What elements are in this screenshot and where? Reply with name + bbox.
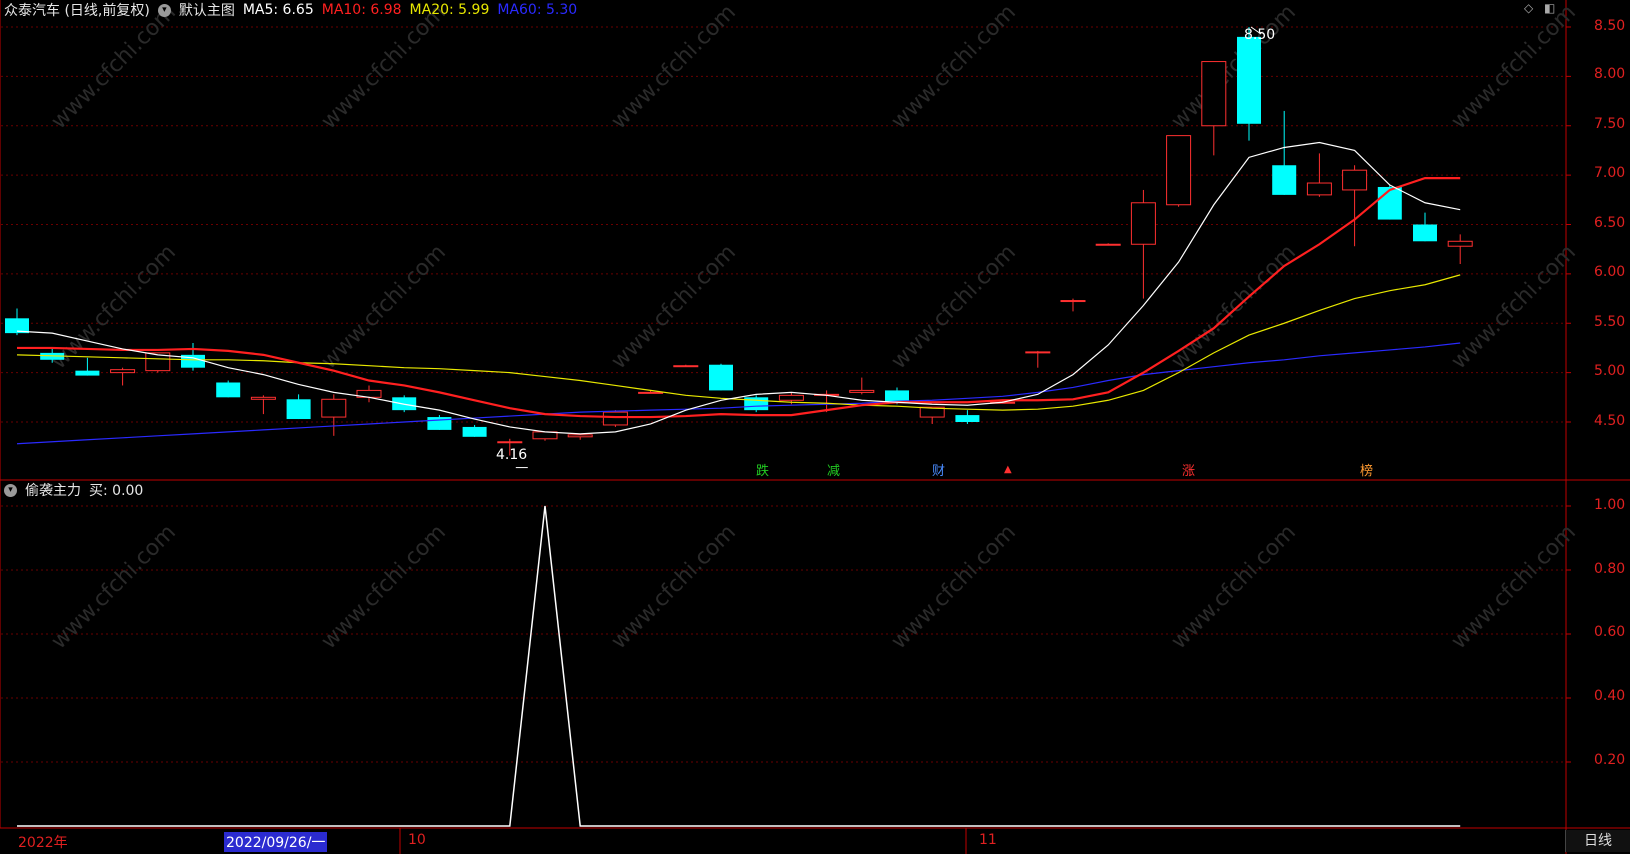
candle-body-down <box>5 318 29 334</box>
period-selector[interactable]: 日线 <box>1565 830 1630 852</box>
candle-body-up <box>673 365 699 368</box>
event-tag[interactable]: 榜 <box>1360 460 1373 479</box>
candle-body-up <box>497 441 523 444</box>
ma20-label: MA20: 5.99 <box>409 2 490 18</box>
event-tag[interactable]: ▲ <box>1004 464 1012 475</box>
candle-body-down <box>1272 165 1297 195</box>
candle-body-up <box>321 398 347 418</box>
candle-body-down <box>709 364 733 391</box>
stock-title[interactable]: 众泰汽车 (日线,前复权) <box>4 0 150 20</box>
candle-body-up <box>602 411 628 426</box>
indicator-tick: 0.60 <box>1594 624 1626 640</box>
event-tag[interactable]: 财 <box>932 460 945 479</box>
watermark-text: www.cfchi.com <box>317 520 451 654</box>
watermark-text: www.cfchi.com <box>317 0 451 134</box>
candle-body-down <box>462 426 487 437</box>
time-tick-selected[interactable]: 2022/09/26/一 <box>224 832 328 852</box>
candle-body-up <box>110 369 136 374</box>
chevron-down-icon[interactable]: ▾ <box>157 3 171 17</box>
event-tag[interactable]: 减 <box>827 460 840 479</box>
price-tick: 7.00 <box>1594 165 1626 181</box>
main-chart-label[interactable]: 默认主图 <box>179 0 235 20</box>
candle-body-up <box>1025 351 1051 354</box>
price-tick: 4.50 <box>1594 413 1626 429</box>
price-tick: 8.00 <box>1594 66 1626 82</box>
low-price-annotation: 4.16 <box>496 447 528 463</box>
candle-body-up <box>250 396 276 400</box>
candle-body-up <box>1201 61 1227 127</box>
indicator-line <box>17 505 1461 827</box>
stock-chart[interactable]: www.cfchi.com www.cfchi.com www.cfchi.com w… <box>0 0 1630 854</box>
candle-body-down <box>216 382 241 398</box>
indicator-header: ▾ 偷袭主力 买: 0.00 <box>4 480 143 500</box>
candle-body-up <box>849 389 875 393</box>
price-tick: 5.50 <box>1594 314 1626 330</box>
watermark-text: www.cfchi.com <box>887 0 1021 134</box>
ma10-label: MA10: 6.98 <box>321 2 402 18</box>
watermark-text: www.cfchi.com <box>607 520 741 654</box>
main-chart-header: 众泰汽车 (日线,前复权) ▾ 默认主图 MA5: 6.65 MA10: 6.9… <box>4 0 577 20</box>
candle-body-up <box>1060 300 1086 303</box>
price-tick: 7.50 <box>1594 116 1626 132</box>
panel-toggle-icon[interactable]: ◧ <box>1544 2 1556 14</box>
event-tag[interactable]: 跌 <box>756 460 769 479</box>
time-tick: 11 <box>979 832 997 848</box>
watermark-text: www.cfchi.com <box>607 0 741 134</box>
ma5-label: MA5: 6.65 <box>242 2 314 18</box>
price-tick: 6.00 <box>1594 264 1626 280</box>
indicator-tick: 1.00 <box>1594 497 1626 513</box>
candle-body-down <box>75 370 100 376</box>
candle-body-up <box>778 394 804 401</box>
diamond-icon[interactable]: ◇ <box>1524 2 1536 14</box>
watermark-text: www.cfchi.com <box>317 240 451 374</box>
candle-body-down <box>1377 186 1402 220</box>
high-price-annotation: 8.50 <box>1244 27 1276 43</box>
price-tick: 5.00 <box>1594 363 1626 379</box>
price-tick: 6.50 <box>1594 215 1626 231</box>
candle-body-up <box>1095 243 1121 246</box>
watermark-text: www.cfchi.com <box>1167 0 1301 134</box>
candle-body-up <box>1342 169 1368 191</box>
indicator-value: 买: 0.00 <box>89 483 144 499</box>
watermark-text: www.cfchi.com <box>47 520 181 654</box>
watermark-text: www.cfchi.com <box>1167 520 1301 654</box>
ma60-label: MA60: 5.30 <box>497 2 578 18</box>
watermark-text: www.cfchi.com <box>47 0 181 134</box>
candle-body-down <box>286 399 311 420</box>
watermark-text: www.cfchi.com <box>1447 520 1581 654</box>
indicator-tick: 0.40 <box>1594 688 1626 704</box>
indicator-tick: 0.20 <box>1594 752 1626 768</box>
watermark-text: www.cfchi.com <box>887 520 1021 654</box>
watermark-text: www.cfchi.com <box>1447 240 1581 374</box>
watermark-text: www.cfchi.com <box>887 240 1021 374</box>
indicator-tick: 0.80 <box>1594 561 1626 577</box>
candle-body-up <box>1130 202 1156 245</box>
watermark-text: www.cfchi.com <box>1167 240 1301 374</box>
candle-body-up <box>567 434 593 438</box>
indicator-name[interactable]: 偷袭主力 <box>25 480 81 500</box>
chart-toolbar: ◇ ◧ <box>1524 2 1556 14</box>
candle-body-up <box>1166 135 1192 206</box>
candle-body-up <box>1447 240 1473 247</box>
chevron-down-icon[interactable]: ▾ <box>4 483 17 497</box>
candle-body-up <box>638 391 664 394</box>
watermark-text: www.cfchi.com <box>1447 0 1581 134</box>
candle-body-down <box>1413 224 1437 242</box>
time-tick: 2022年 <box>18 835 68 851</box>
candle-body-down <box>1237 36 1261 124</box>
watermark-text: www.cfchi.com <box>607 240 741 374</box>
candle-body-down <box>955 415 980 422</box>
time-tick: 10 <box>408 832 426 848</box>
candle-body-up <box>1306 182 1332 196</box>
price-tick: 8.50 <box>1594 18 1626 34</box>
event-tag[interactable]: 涨 <box>1182 460 1195 479</box>
